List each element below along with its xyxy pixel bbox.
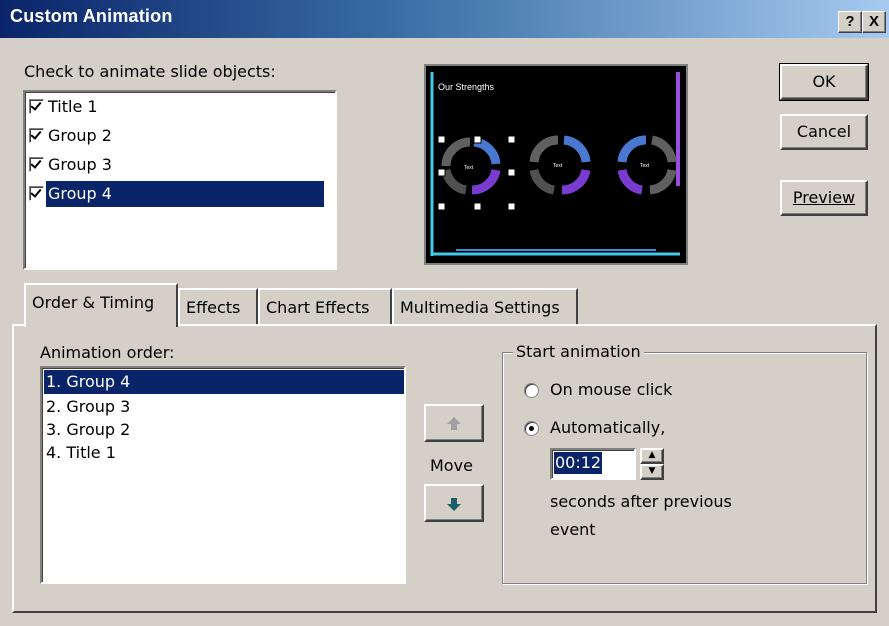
animation-order-label: Animation order: <box>40 343 175 362</box>
tab-order-timing[interactable]: Order & Timing <box>24 283 178 327</box>
close-button[interactable]: X <box>862 11 886 33</box>
object-label: Group 4 <box>46 181 324 207</box>
slide-preview: Our Strengths Text Text Text <box>424 64 688 265</box>
tab-chart-effects[interactable]: Chart Effects <box>258 288 392 324</box>
automatically-radio[interactable] <box>524 421 539 436</box>
spin-up-icon: ▲ <box>648 450 656 460</box>
time-value: 00:12 <box>554 452 603 474</box>
slide-title: Our Strengths <box>438 82 495 92</box>
preview-button[interactable]: Preview <box>780 180 868 216</box>
cancel-button[interactable]: Cancel <box>780 114 868 150</box>
close-icon: X <box>868 13 879 30</box>
automatically-label: Automatically, <box>550 418 666 437</box>
object-label: Group 3 <box>48 155 112 174</box>
slide-thumbnail: Our Strengths Text Text Text <box>430 72 680 256</box>
order-item[interactable]: 3. Group 2 <box>44 418 130 442</box>
seconds-text-2: event <box>550 520 596 539</box>
tab-effects[interactable]: Effects <box>178 288 258 324</box>
on-mouse-click-label: On mouse click <box>550 380 673 399</box>
preview-label: Preview <box>792 188 856 207</box>
cycle-text: Text <box>464 165 474 171</box>
checkbox-group-4[interactable] <box>29 186 44 201</box>
tab-multimedia-settings[interactable]: Multimedia Settings <box>392 288 578 324</box>
order-item[interactable]: 2. Group 3 <box>44 395 130 419</box>
object-label: Title 1 <box>48 97 98 116</box>
arrow-up-icon <box>447 417 461 430</box>
spin-up-button[interactable]: ▲ <box>640 448 664 464</box>
object-label: Group 2 <box>48 126 112 145</box>
cycle-text: Text <box>640 163 650 169</box>
move-label: Move <box>430 456 473 475</box>
on-mouse-click-option[interactable]: On mouse click <box>524 380 784 402</box>
checkbox-group-2[interactable] <box>29 128 44 143</box>
arrow-down-icon <box>447 498 461 511</box>
move-up-button[interactable] <box>424 404 484 442</box>
spin-down-icon: ▼ <box>648 466 656 476</box>
automatically-option[interactable]: Automatically, <box>524 418 784 440</box>
cycle-text: Text <box>553 163 563 169</box>
checkbox-group-3[interactable] <box>29 157 44 172</box>
spin-down-button[interactable]: ▼ <box>640 464 664 480</box>
order-item[interactable]: 4. Title 1 <box>44 441 116 465</box>
time-input[interactable]: 00:12 <box>550 448 636 480</box>
objects-list[interactable]: Title 1 Group 2 Group 3 Group 4 <box>23 90 337 270</box>
seconds-text-1: seconds after previous <box>550 492 732 511</box>
order-item[interactable]: 1. Group 4 <box>44 370 404 394</box>
object-item-group-4[interactable]: Group 4 <box>29 181 329 207</box>
start-animation-legend: Start animation <box>513 342 644 361</box>
animation-order-list[interactable]: 1. Group 4 2. Group 3 3. Group 2 4. Titl… <box>40 366 406 584</box>
window-title: Custom Animation <box>10 6 173 26</box>
objects-label: Check to animate slide objects: <box>24 62 276 81</box>
move-down-button[interactable] <box>424 484 484 522</box>
help-button[interactable]: ? <box>838 11 862 33</box>
checkbox-title-1[interactable] <box>29 99 44 114</box>
ok-button[interactable]: OK <box>779 63 869 101</box>
on-mouse-click-radio[interactable] <box>524 383 539 398</box>
